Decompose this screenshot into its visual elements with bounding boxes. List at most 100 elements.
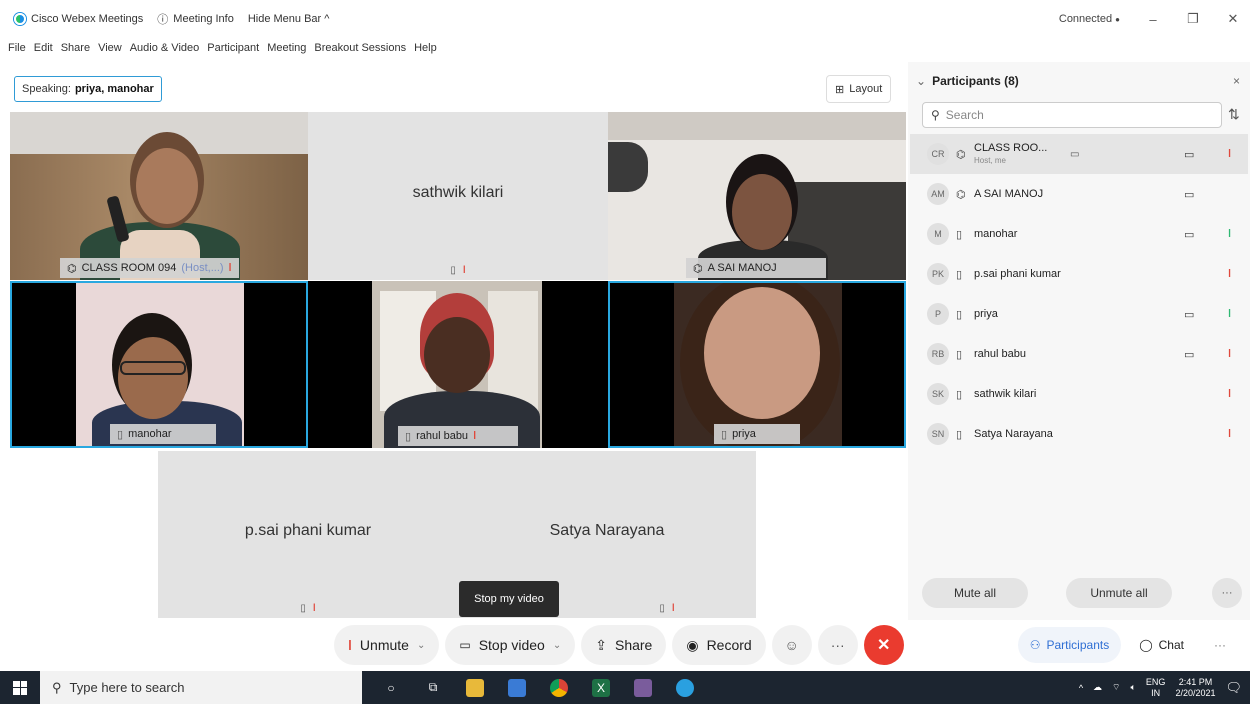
avatar: M — [927, 223, 949, 245]
menu-audio-video[interactable]: Audio & Video — [130, 42, 200, 54]
app-title: Cisco Webex Meetings — [31, 13, 144, 25]
minimize-button[interactable]: – — [1146, 12, 1160, 27]
wifi-icon[interactable]: ⌔ — [1112, 682, 1120, 693]
chevron-down-icon[interactable]: ⌄ — [553, 640, 561, 651]
chrome-icon[interactable] — [550, 678, 568, 697]
muted-mic-icon[interactable]: ǀ — [1228, 148, 1231, 160]
participant-row[interactable]: P ▯ priya ▭ ǀ — [910, 294, 1248, 334]
video-tile-rahul[interactable]: ▯ rahul babu ǀ — [308, 281, 608, 448]
participant-name: p.sai phani kumar — [974, 268, 1061, 280]
taskbar-search-placeholder: Type here to search — [69, 680, 185, 695]
menu-file[interactable]: File — [8, 42, 26, 54]
speaking-indicator: Speaking: priya, manohar — [14, 76, 162, 102]
muted-mic-icon[interactable]: ǀ — [1228, 388, 1231, 400]
cortana-icon[interactable]: ○ — [382, 679, 400, 697]
close-window-button[interactable]: ✕ — [1226, 11, 1240, 27]
sort-icon[interactable]: ⇅ — [1228, 106, 1240, 123]
network-icon[interactable]: ☁ — [1093, 682, 1102, 693]
participant-search-input[interactable]: ⚲ Search — [922, 102, 1222, 128]
mute-all-button[interactable]: Mute all — [922, 578, 1028, 608]
muted-mic-icon[interactable]: ǀ — [1228, 348, 1231, 360]
participant-name: CLASS ROO... — [974, 142, 1048, 154]
phone-icon: ▯ — [956, 388, 963, 401]
paint-icon[interactable] — [634, 678, 652, 697]
taskbar-search-box[interactable]: ⚲ Type here to search — [40, 671, 362, 704]
video-camera-icon: ▭ — [1184, 348, 1195, 361]
webex-logo-icon — [14, 13, 26, 25]
start-button[interactable] — [0, 671, 40, 704]
participant-row[interactable]: SK ▯ sathwik kilari ǀ — [910, 374, 1248, 414]
video-camera-icon: ▭ — [1184, 148, 1195, 161]
volume-icon[interactable]: 🔈︎ — [1131, 682, 1136, 693]
menu-view[interactable]: View — [98, 42, 122, 54]
muted-mic-icon[interactable]: ǀ — [1228, 428, 1231, 440]
collapse-chevron-icon[interactable]: ⌄ — [916, 74, 926, 88]
task-view-icon[interactable]: ⧉ — [424, 679, 442, 697]
video-tile-classroom[interactable]: ⌬ CLASS ROOM 094 (Host,...) ǀ — [10, 112, 308, 280]
app-title-group: Cisco Webex Meetings — [14, 13, 143, 25]
mic-active-icon[interactable]: ǀ — [1228, 228, 1231, 240]
psai-status: ▯ ǀ — [158, 603, 458, 614]
file-explorer-icon[interactable] — [466, 678, 484, 697]
clock[interactable]: 2:41 PM 2/20/2021 — [1175, 677, 1215, 699]
menu-help[interactable]: Help — [414, 42, 437, 54]
participant-row[interactable]: AM ⌬ A SAI MANOJ ▭ — [910, 174, 1248, 214]
connection-status[interactable]: Connected ● — [1059, 13, 1120, 25]
menu-breakout-sessions[interactable]: Breakout Sessions — [314, 42, 406, 54]
mic-active-icon[interactable]: ǀ — [1228, 308, 1231, 320]
audio-on-icon: ⌬ — [956, 148, 966, 161]
more-panels-button[interactable]: ··· — [1202, 627, 1238, 663]
audio-on-icon: ⌬ — [693, 262, 703, 275]
search-icon: ⚲ — [931, 108, 940, 122]
participant-row[interactable]: M ▯ manohar ▭ ǀ — [910, 214, 1248, 254]
layout-button[interactable]: ⊞ Layout — [826, 75, 892, 103]
panel-more-button[interactable]: ··· — [1212, 578, 1242, 608]
muted-mic-icon[interactable]: ǀ — [1228, 268, 1231, 280]
participants-tab[interactable]: ⚇ Participants — [1017, 627, 1122, 663]
chat-icon: ◯ — [1139, 638, 1153, 652]
more-options-button[interactable]: ··· — [817, 625, 858, 665]
share-button[interactable]: ⇪ Share — [581, 625, 667, 665]
webex-taskbar-icon[interactable] — [676, 678, 694, 697]
video-tile-priya[interactable]: ▯ priya — [608, 281, 906, 448]
video-tile-psai[interactable]: p.sai phani kumar ▯ ǀ — [158, 451, 458, 618]
meeting-info-button[interactable]: ⓘ Meeting Info — [157, 11, 234, 27]
participant-row[interactable]: SN ▯ Satya Narayana ǀ — [910, 414, 1248, 454]
menu-edit[interactable]: Edit — [34, 42, 53, 54]
menu-participant[interactable]: Participant — [207, 42, 259, 54]
hide-menu-bar-button[interactable]: Hide Menu Bar ^ — [248, 13, 330, 25]
video-tile-manohar[interactable]: ▯ manohar — [10, 281, 308, 448]
title-bar: Cisco Webex Meetings ⓘ Meeting Info Hide… — [0, 0, 1250, 38]
unmute-button[interactable]: ǀ Unmute ⌄ — [334, 625, 440, 665]
app-icon[interactable] — [508, 678, 526, 697]
participant-row[interactable]: CR ⌬ CLASS ROO... Host, me ▭ ▭ ǀ — [910, 134, 1248, 174]
avatar: SN — [927, 423, 949, 445]
participant-row[interactable]: PK ▯ p.sai phani kumar ǀ — [910, 254, 1248, 294]
reactions-button[interactable]: ☺ — [771, 625, 812, 665]
menu-meeting[interactable]: Meeting — [267, 42, 306, 54]
stop-video-button[interactable]: ▭ Stop video ⌄ — [445, 625, 576, 665]
language-indicator[interactable]: ENG IN — [1146, 677, 1166, 699]
phone-icon: ▯ — [721, 428, 728, 441]
webex-window: Cisco Webex Meetings ⓘ Meeting Info Hide… — [0, 0, 1250, 704]
end-meeting-button[interactable]: ✕ — [863, 625, 904, 665]
participant-name: rahul babu — [974, 348, 1026, 360]
speaking-label: Speaking: — [22, 83, 71, 95]
record-button[interactable]: ◉ Record — [672, 625, 766, 665]
close-panel-button[interactable]: × — [1233, 74, 1240, 88]
system-tray: ^ ☁ ⌔ 🔈︎ ENG IN 2:41 PM 2/20/2021 🗨︎ — [1079, 671, 1242, 704]
participant-row[interactable]: RB ▯ rahul babu ▭ ǀ — [910, 334, 1248, 374]
video-tile-sathwik[interactable]: sathwik kilari ▯ ǀ — [308, 112, 608, 280]
phone-icon: ▯ — [956, 308, 963, 321]
menu-share[interactable]: Share — [61, 42, 90, 54]
chevron-down-icon[interactable]: ⌄ — [417, 640, 425, 651]
unmute-all-button[interactable]: Unmute all — [1066, 578, 1172, 608]
chat-tab[interactable]: ◯ Chat — [1127, 627, 1196, 663]
excel-icon[interactable]: X — [592, 678, 610, 697]
notifications-icon[interactable]: 🗨︎ — [1225, 680, 1242, 696]
tray-chevron-icon[interactable]: ^ — [1079, 683, 1083, 693]
windows-taskbar: ⚲ Type here to search ○ ⧉ X ^ ☁ ⌔ 🔈︎ ENG… — [0, 671, 1250, 704]
chat-tab-label: Chat — [1158, 638, 1184, 652]
video-tile-asai[interactable]: ⌬ A SAI MANOJ — [608, 112, 906, 280]
restore-button[interactable]: ❐ — [1186, 11, 1200, 27]
